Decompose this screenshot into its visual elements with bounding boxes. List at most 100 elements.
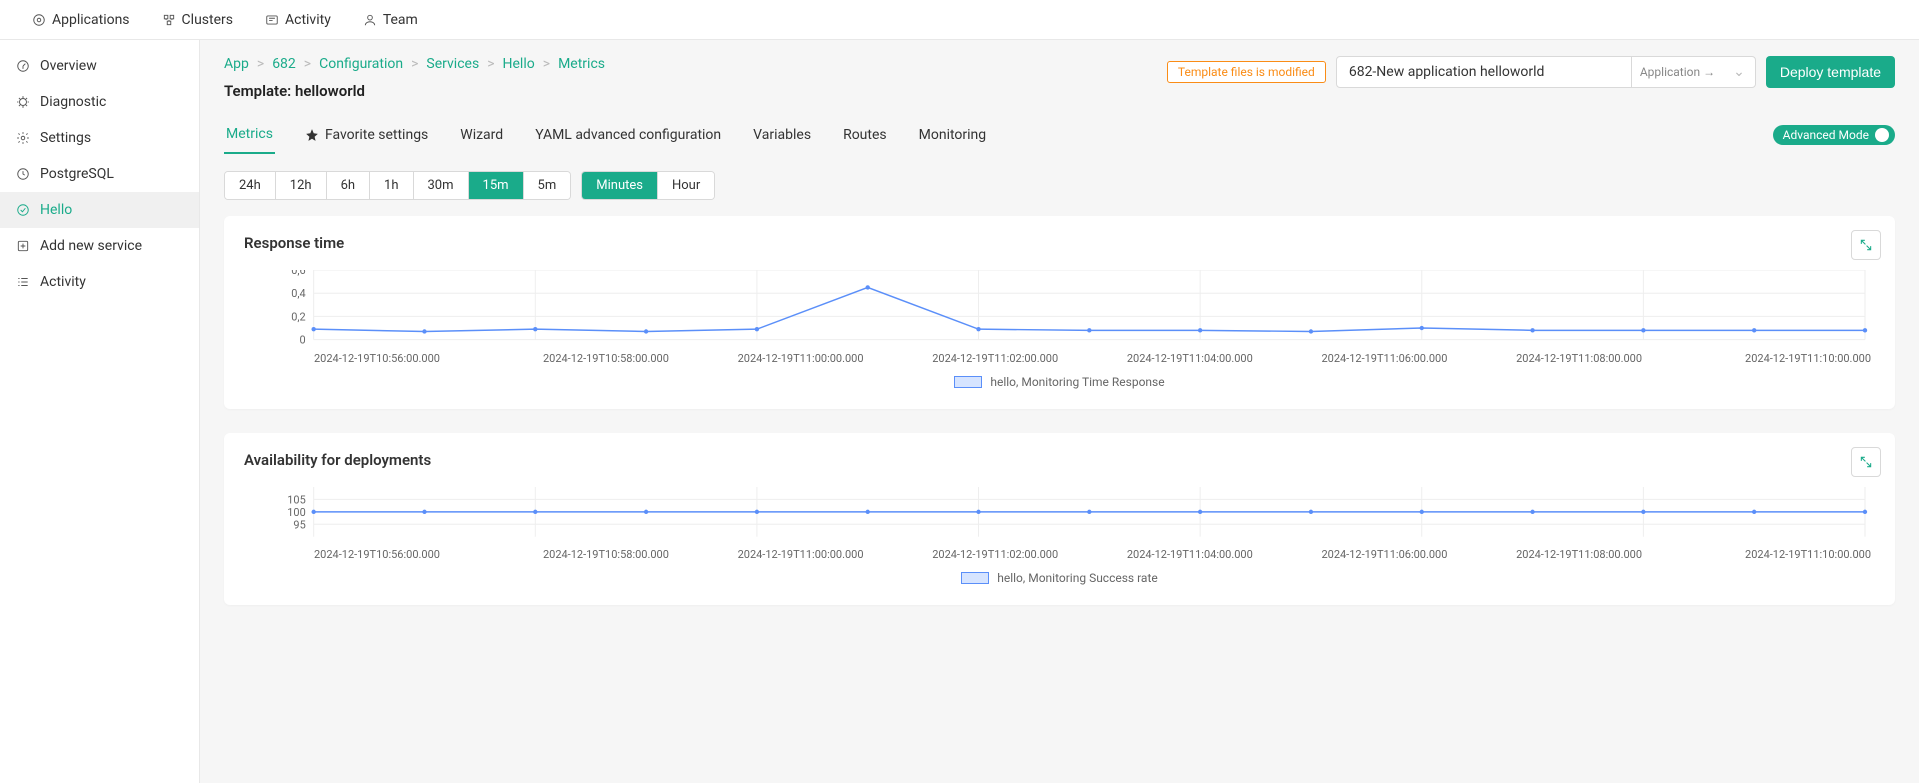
adv-mode-label: Advanced Mode (1783, 128, 1869, 142)
toggle-knob (1875, 128, 1889, 142)
expand-chart-button[interactable] (1851, 447, 1881, 477)
sidebar-label: Hello (40, 202, 72, 218)
range-btn-Minutes[interactable]: Minutes (582, 172, 658, 199)
news-icon (265, 13, 279, 27)
sidebar-label: Add new service (40, 238, 142, 254)
range-btn-30m[interactable]: 30m (414, 172, 469, 199)
range-btn-12h[interactable]: 12h (276, 172, 327, 199)
nav-label: Applications (52, 12, 130, 28)
sidebar-item-settings[interactable]: Settings (0, 120, 199, 156)
range-btn-24h[interactable]: 24h (225, 172, 276, 199)
range-btn-5m[interactable]: 5m (524, 172, 571, 199)
x-axis-labels: 2024-12-19T10:56:00.0002024-12-19T10:58:… (244, 548, 1875, 561)
breadcrumb-item[interactable]: Configuration (319, 56, 403, 72)
range-btn-Hour[interactable]: Hour (658, 172, 714, 199)
sidebar-item-add-service[interactable]: Add new service (0, 228, 199, 264)
nav-clusters[interactable]: Clusters (146, 12, 249, 28)
nav-team[interactable]: Team (347, 12, 434, 28)
main-content: App>682>Configuration>Services>Hello>Met… (200, 40, 1919, 783)
cluster-icon (162, 13, 176, 27)
tab-yaml-advanced-configuration[interactable]: YAML advanced configuration (533, 116, 723, 154)
breadcrumb-sep: > (411, 56, 418, 72)
chart-card: Response time00,20,40,62024-12-19T10:56:… (224, 216, 1895, 409)
tab-label: Favorite settings (325, 127, 428, 143)
bug-icon (16, 95, 30, 109)
nav-activity[interactable]: Activity (249, 12, 347, 28)
breadcrumb-item[interactable]: App (224, 56, 249, 72)
tab-wizard[interactable]: Wizard (458, 116, 505, 154)
sidebar-label: Diagnostic (40, 94, 106, 110)
gear-icon (16, 131, 30, 145)
chart-legend: hello, Monitoring Time Response (244, 375, 1875, 389)
dashboard-icon (16, 59, 30, 73)
tab-favorite-settings[interactable]: Favorite settings (303, 116, 430, 154)
sidebar-label: Activity (40, 274, 86, 290)
breadcrumb-sep: > (257, 56, 264, 72)
advanced-mode-toggle[interactable]: Advanced Mode (1773, 125, 1895, 145)
sidebar-item-overview[interactable]: Overview (0, 48, 199, 84)
time-range-group: 24h12h6h1h30m15m5m (224, 171, 571, 200)
star-icon (305, 128, 319, 142)
tab-label: Routes (843, 127, 887, 143)
check-circle-icon (16, 203, 30, 217)
svg-text:0,2: 0,2 (291, 310, 305, 323)
tab-label: Wizard (460, 127, 503, 143)
app-select-tag: Application → (1631, 57, 1723, 87)
sidebar-label: Overview (40, 58, 97, 74)
breadcrumb-sep: > (304, 56, 311, 72)
app-select-text: 682-New application helloworld (1337, 64, 1631, 80)
svg-text:100: 100 (287, 505, 305, 518)
breadcrumb-item[interactable]: Services (426, 56, 479, 72)
breadcrumb: App>682>Configuration>Services>Hello>Met… (224, 56, 605, 72)
sidebar-label: Settings (40, 130, 91, 146)
sidebar-item-hello[interactable]: Hello (0, 192, 199, 228)
nav-applications[interactable]: Applications (16, 12, 146, 28)
tab-routes[interactable]: Routes (841, 116, 889, 154)
chart-svg: 95100105 (244, 487, 1875, 543)
svg-text:0,4: 0,4 (291, 287, 305, 300)
chart-title: Availability for deployments (244, 451, 1875, 469)
tabs: Metrics Favorite settings Wizard YAML advan… (224, 116, 988, 154)
x-axis-labels: 2024-12-19T10:56:00.0002024-12-19T10:58:… (244, 352, 1875, 365)
sidebar-item-activity[interactable]: Activity (0, 264, 199, 300)
plus-square-icon (16, 239, 30, 253)
application-select[interactable]: 682-New application helloworld Applicati… (1336, 56, 1756, 88)
range-btn-6h[interactable]: 6h (327, 172, 370, 199)
nav-label: Clusters (182, 12, 233, 28)
range-btn-1h[interactable]: 1h (370, 172, 413, 199)
expand-chart-button[interactable] (1851, 230, 1881, 260)
tab-monitoring[interactable]: Monitoring (917, 116, 989, 154)
tab-label: Monitoring (919, 127, 987, 143)
breadcrumb-item[interactable]: Metrics (558, 56, 605, 72)
chart-legend: hello, Monitoring Success rate (244, 571, 1875, 585)
svg-text:105: 105 (287, 493, 305, 506)
breadcrumb-sep: > (487, 56, 494, 72)
range-btn-15m[interactable]: 15m (469, 172, 524, 199)
nav-label: Team (383, 12, 418, 28)
database-icon (16, 167, 30, 181)
template-modified-badge: Template files is modified (1167, 61, 1326, 83)
svg-text:95: 95 (293, 518, 305, 531)
breadcrumb-item[interactable]: Hello (503, 56, 535, 72)
chevron-down-icon: ⌄ (1723, 64, 1755, 80)
tab-label: YAML advanced configuration (535, 127, 721, 143)
tab-metrics[interactable]: Metrics (224, 116, 275, 154)
time-unit-group: MinutesHour (581, 171, 715, 200)
layers-icon (32, 13, 46, 27)
legend-swatch (961, 572, 989, 584)
tab-label: Variables (753, 127, 811, 143)
svg-text:0: 0 (300, 334, 306, 346)
nav-label: Activity (285, 12, 331, 28)
tab-variables[interactable]: Variables (751, 116, 813, 154)
list-icon (16, 275, 30, 289)
sidebar-label: PostgreSQL (40, 166, 114, 182)
chart-card: Availability for deployments 95100105 2024… (224, 433, 1895, 606)
sidebar-item-diagnostic[interactable]: Diagnostic (0, 84, 199, 120)
page-title: Template: helloworld (224, 82, 605, 100)
svg-text:0,6: 0,6 (291, 270, 305, 277)
deploy-template-button[interactable]: Deploy template (1766, 56, 1895, 88)
breadcrumb-item[interactable]: 682 (272, 56, 296, 72)
tab-label: Metrics (226, 126, 273, 142)
sidebar-item-postgresql[interactable]: PostgreSQL (0, 156, 199, 192)
top-nav: Applications Clusters Activity Team (0, 0, 1919, 40)
